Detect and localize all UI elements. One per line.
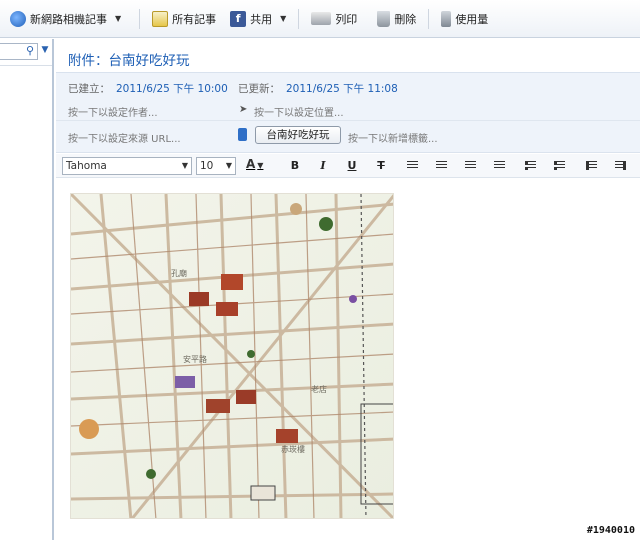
updated-value: 2011/6/25 下午 11:08 bbox=[286, 83, 398, 95]
font-family-select[interactable]: Tahoma ▼ bbox=[62, 157, 192, 175]
created-label: 已建立： bbox=[68, 83, 110, 95]
search-icon[interactable]: ⚲ bbox=[26, 44, 34, 57]
underline-button[interactable]: U bbox=[343, 158, 361, 174]
toolbar-divider bbox=[428, 8, 430, 29]
usage-label: 使用量 bbox=[455, 12, 489, 26]
attributes-divider bbox=[56, 120, 640, 121]
location-arrow-icon: ➤ bbox=[239, 104, 248, 115]
chevron-down-icon[interactable]: ▼ bbox=[280, 14, 286, 23]
bulleted-list-icon[interactable] bbox=[525, 161, 536, 170]
map-illustration bbox=[71, 194, 393, 518]
print-label: 列印 bbox=[335, 12, 358, 26]
toolbar-divider bbox=[139, 8, 141, 29]
formatting-toolbar: Tahoma ▼ 10 ▼ A ▼ B I U T bbox=[56, 154, 640, 178]
strikethrough-button[interactable]: T bbox=[372, 158, 390, 174]
map-label: 赤崁樓 bbox=[281, 445, 305, 454]
share-label: 共用 bbox=[250, 12, 273, 26]
note-title[interactable]: 附件：台南好吃好玩 bbox=[68, 49, 190, 69]
font-size-select[interactable]: 10 ▼ bbox=[196, 157, 236, 175]
search-input[interactable]: ⚲ bbox=[0, 43, 38, 60]
created-value: 2011/6/25 下午 10:00 bbox=[116, 83, 228, 95]
delete-button[interactable]: 刪除 bbox=[371, 6, 422, 32]
map-label: 老店 bbox=[311, 385, 327, 394]
notebook-icon bbox=[238, 128, 247, 141]
updated-label: 已更新： bbox=[238, 83, 280, 95]
printer-icon bbox=[311, 12, 332, 25]
note-body[interactable]: 孔廟 安平路 老店 赤崁樓 bbox=[56, 179, 640, 540]
share-button[interactable]: f 共用 ▼ bbox=[224, 6, 292, 32]
search-options-chevron-icon[interactable]: ▼ bbox=[39, 45, 51, 58]
print-button[interactable]: 列印 bbox=[305, 6, 363, 32]
location-field[interactable]: 按一下以設定位置... bbox=[254, 104, 344, 119]
new-photo-note-button[interactable]: 新網路相機記事 ▼ bbox=[8, 6, 127, 32]
indent-icon[interactable] bbox=[586, 161, 597, 170]
new-photo-note-label: 新網路相機記事 bbox=[30, 12, 107, 26]
align-left-icon[interactable] bbox=[407, 161, 418, 170]
chevron-down-icon: ▼ bbox=[225, 161, 232, 170]
main-toolbar: 新網路相機記事 ▼ 所有記事 f 共用 ▼ 列印 刪除 使用量 bbox=[0, 0, 640, 38]
author-field[interactable]: 按一下以設定作者... bbox=[68, 104, 158, 119]
numbered-list-icon[interactable] bbox=[554, 161, 565, 170]
note-editor-pane: 附件：台南好吃好玩 已建立： 2011/6/25 下午 10:00 已更新： 2… bbox=[56, 39, 640, 540]
font-family-value: Tahoma bbox=[66, 160, 107, 172]
bold-button[interactable]: B bbox=[286, 158, 304, 174]
source-url-field[interactable]: 按一下以設定來源 URL... bbox=[68, 130, 181, 145]
toolbar-divider bbox=[298, 8, 300, 29]
usage-button[interactable]: 使用量 bbox=[435, 6, 494, 32]
notebook-select-button[interactable]: 台南好吃好玩 bbox=[255, 126, 341, 144]
align-center-icon[interactable] bbox=[436, 161, 447, 170]
usage-meter-icon bbox=[441, 10, 452, 27]
font-color-icon: A bbox=[246, 157, 256, 171]
font-size-value: 10 bbox=[200, 160, 214, 172]
align-justify-icon[interactable] bbox=[494, 161, 505, 170]
tags-field[interactable]: 按一下以新增標籤... bbox=[348, 130, 438, 145]
watermark-id: #1940010 bbox=[586, 525, 635, 536]
map-label: 安平路 bbox=[183, 355, 207, 364]
font-color-button[interactable]: A ▼ bbox=[246, 157, 270, 175]
notes-icon bbox=[152, 10, 169, 27]
notes-list-pane: ⚲ ▼ bbox=[0, 39, 54, 540]
note-attributes-panel: 已建立： 2011/6/25 下午 10:00 已更新： 2011/6/25 下… bbox=[56, 73, 640, 153]
align-right-icon[interactable] bbox=[465, 161, 476, 170]
delete-label: 刪除 bbox=[394, 12, 417, 26]
map-label: 孔廟 bbox=[171, 269, 187, 278]
italic-button[interactable]: I bbox=[314, 158, 332, 174]
webcam-icon bbox=[10, 10, 26, 27]
chevron-down-icon[interactable]: ▼ bbox=[115, 14, 121, 23]
chevron-down-icon: ▼ bbox=[181, 161, 188, 170]
trash-icon bbox=[377, 10, 391, 27]
outdent-icon[interactable] bbox=[615, 161, 626, 170]
chevron-down-icon: ▼ bbox=[257, 161, 264, 170]
all-notes-button[interactable]: 所有記事 bbox=[146, 6, 222, 32]
pane-divider bbox=[0, 65, 52, 66]
tainan-map-photo: 孔廟 安平路 老店 赤崁樓 bbox=[70, 193, 394, 519]
facebook-icon: f bbox=[230, 10, 247, 27]
all-notes-label: 所有記事 bbox=[172, 12, 217, 26]
